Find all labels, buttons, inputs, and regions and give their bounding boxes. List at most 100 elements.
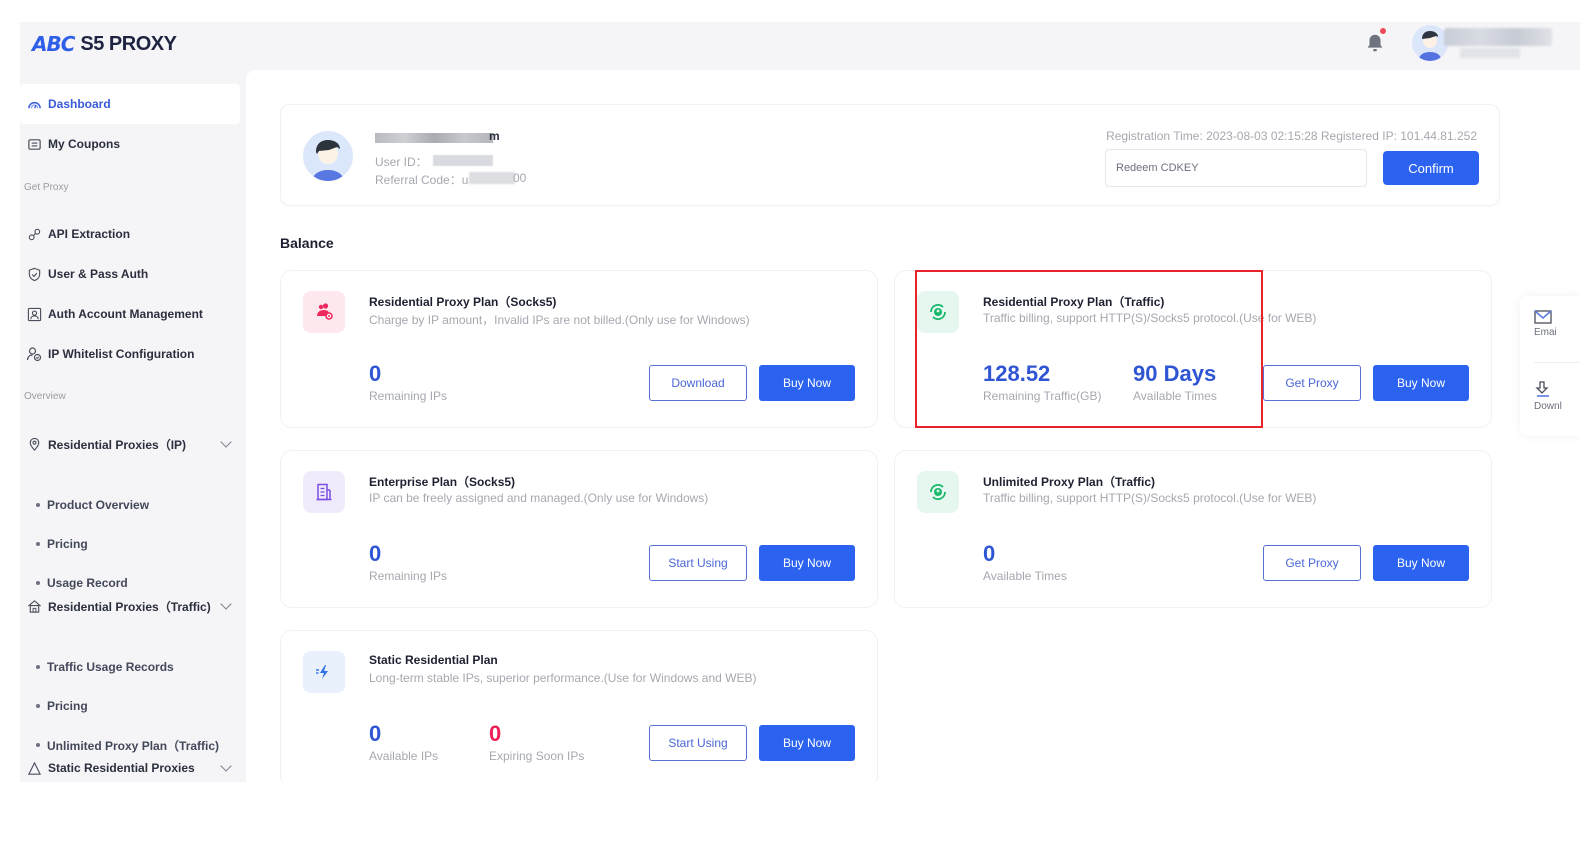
sidebar-item-user-pass-auth[interactable]: User & Pass Auth [20,254,240,294]
start-using-button[interactable]: Start Using [649,545,747,581]
plan-card-enterprise: Enterprise Plan（Socks5) IP can be freely… [280,450,878,608]
plan-description: Traffic billing, support HTTP(S)/Socks5 … [983,491,1317,505]
sidebar-group-static-residential[interactable]: Static Residential Proxies [20,748,240,782]
buy-now-button[interactable]: Buy Now [1373,545,1469,581]
dashboard-icon [26,96,42,112]
stat-label: Available IPs [369,749,439,763]
stat-value: 128.52 [983,361,1051,386]
username-suffix: m [489,129,500,143]
shield-icon [26,266,42,282]
username-sub-redacted [1460,48,1520,58]
sidebar-subitem-pricing-traffic[interactable]: Pricing [36,691,88,721]
get-proxy-button[interactable]: Get Proxy [1263,365,1361,401]
plan-description: IP can be freely assigned and managed.(O… [369,491,709,505]
get-proxy-button[interactable]: Get Proxy [1263,545,1361,581]
floating-side-panel: Emai Downl [1520,296,1580,436]
plan-title: Residential Proxy Plan（Socks5) [369,295,557,309]
sidebar-subitem-product-overview[interactable]: Product Overview [36,490,149,520]
stat-value: 0 [369,721,382,746]
buy-now-button[interactable]: Buy Now [1373,365,1469,401]
stat-available-times: 90 Days Available Times [1133,361,1217,403]
stat-value: 90 Days [1133,361,1217,386]
coupon-icon [26,136,42,152]
buy-now-button[interactable]: Buy Now [759,545,855,581]
chevron-down-icon [220,598,232,610]
user-id-redacted [433,155,493,166]
buy-now-button[interactable]: Buy Now [759,365,855,401]
bullet-icon [36,665,40,669]
sidebar-group-residential-traffic[interactable]: Residential Proxies（Traffic) [20,586,240,626]
bell-icon[interactable] [1364,32,1386,54]
sidebar-item-label: My Coupons [48,137,120,151]
plan-card-static-residential: Static Residential Plan Long-term stable… [280,630,878,782]
user-avatar[interactable] [1412,25,1448,61]
sidebar-item-my-coupons[interactable]: My Coupons [20,124,240,164]
start-using-button[interactable]: Start Using [649,725,747,761]
plan-card-unlimited: Unlimited Proxy Plan（Traffic) Traffic bi… [894,450,1492,608]
sidebar-item-label: IP Whitelist Configuration [48,347,195,361]
username-redacted [1444,28,1552,46]
sidebar: Dashboard My Coupons Get Proxy API Extra… [20,84,246,782]
chevron-down-icon [220,760,232,772]
stat-value: 0 [369,541,382,566]
sidebar-item-auth-account-management[interactable]: Auth Account Management [20,294,240,334]
stat-value: 0 [983,541,996,566]
sidebar-item-label: Dashboard [48,97,111,111]
bullet-icon [36,743,40,747]
sidebar-subitem-label: Pricing [47,699,88,713]
confirm-button[interactable]: Confirm [1383,151,1479,185]
app-window: ABC S5 PROXY Dashboard My Coupons Get Pr… [20,22,1580,782]
balance-heading: Balance [280,235,334,251]
float-item-email[interactable]: Emai [1520,310,1580,338]
stat-label: Remaining IPs [369,389,448,403]
plan-description: Charge by IP amount，Invalid IPs are not … [369,313,750,327]
download-button[interactable]: Download [649,365,747,401]
logo[interactable]: ABC S5 PROXY [32,32,177,56]
notification-badge [1380,28,1386,34]
refresh-user-icon [917,471,959,513]
plan-title: Residential Proxy Plan（Traffic) [983,295,1165,309]
sidebar-subitem-label: Product Overview [47,498,150,512]
static-icon [26,760,42,776]
avatar-icon [1419,31,1441,61]
stat-available-ips: 0 Available IPs [369,721,438,763]
sidebar-subitem-traffic-usage[interactable]: Traffic Usage Records [36,652,174,682]
sidebar-group-residential-ip[interactable]: Residential Proxies（IP) [20,424,240,464]
stat-remaining-traffic: 128.52 Remaining Traffic(GB) [983,361,1101,403]
referral-suffix: 00 [513,171,527,185]
float-item-label: Downl [1534,401,1562,412]
stat-value: 0 [369,361,382,386]
main-content: m User ID： Referral Code：u 00 Registrati… [246,70,1580,782]
refresh-user-icon [917,291,959,333]
username-redacted [375,133,493,143]
section-title-get-proxy: Get Proxy [24,182,69,193]
sidebar-item-label: API Extraction [48,227,131,241]
download-icon [1535,381,1549,397]
referral-code-label: Referral Code：u [375,171,468,188]
buy-now-button[interactable]: Buy Now [759,725,855,761]
cdkey-input[interactable] [1105,149,1367,187]
user-id-label: User ID： [375,155,428,169]
user-check-icon [26,346,42,362]
sidebar-item-dashboard[interactable]: Dashboard [20,84,240,124]
sidebar-item-ip-whitelist[interactable]: IP Whitelist Configuration [20,334,240,374]
float-item-download[interactable]: Downl [1520,380,1580,412]
plan-description: Long-term stable IPs, superior performan… [369,671,757,685]
link-icon [26,226,42,242]
location-icon [26,436,42,452]
stat-label: Remaining Traffic(GB) [983,389,1102,403]
bullet-icon [36,542,40,546]
referral-code-redacted [469,172,515,184]
home-icon [26,598,42,614]
sidebar-subitem-pricing[interactable]: Pricing [36,529,88,559]
stat-available-times: 0 Available Times [983,541,1067,583]
stat-remaining-ips: 0 Remaining IPs [369,361,447,403]
sidebar-subitem-label: Pricing [47,537,88,551]
avatar [303,131,353,181]
plan-card-residential-socks5: Residential Proxy Plan（Socks5) Charge by… [280,270,878,428]
sidebar-item-api-extraction[interactable]: API Extraction [20,214,240,254]
stat-label: Available Times [1133,389,1217,403]
referral-prefix: u [461,173,469,187]
divider [1534,362,1580,363]
sidebar-group-label: Residential Proxies（IP) [48,437,187,452]
